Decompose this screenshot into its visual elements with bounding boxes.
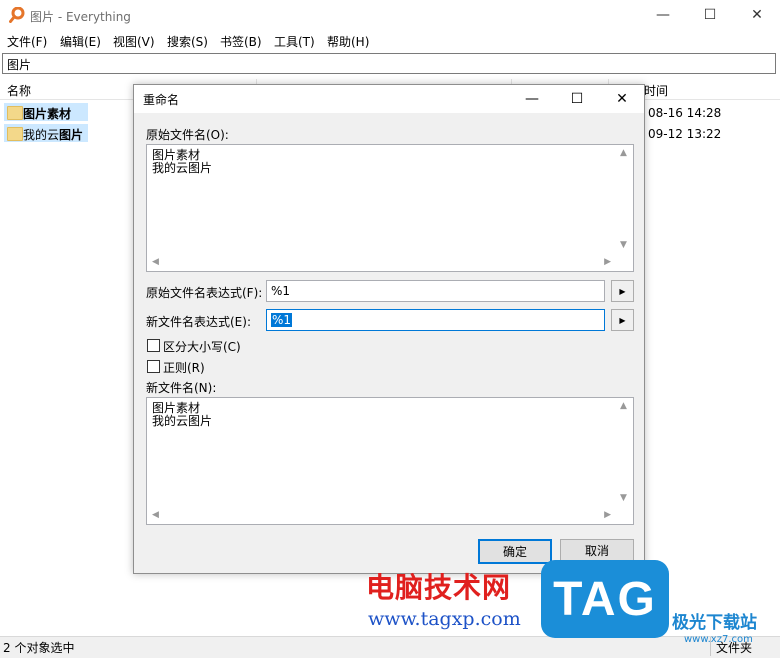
original-expr-value: %1 — [271, 284, 291, 298]
scroll-left-icon[interactable]: ◀ — [152, 257, 159, 267]
menu-bookmarks[interactable]: 书签(B) — [220, 33, 262, 50]
row-date: 08-16 14:28 — [648, 106, 722, 120]
watermark-site-name: 极光下载站 — [672, 613, 757, 633]
original-expr-menu-button[interactable]: ▶ — [611, 280, 634, 302]
scroll-up-icon[interactable]: ▲ — [620, 148, 627, 158]
case-sensitive-label[interactable]: 区分大小写(C) — [163, 338, 241, 355]
folder-icon — [7, 106, 23, 120]
menu-tools[interactable]: 工具(T) — [274, 33, 315, 50]
case-sensitive-checkbox[interactable] — [147, 339, 160, 352]
new-expr-input[interactable]: %1 — [266, 309, 605, 331]
cancel-button[interactable]: 取消 — [560, 539, 634, 562]
scroll-right-icon[interactable]: ▶ — [604, 257, 611, 267]
ok-button[interactable]: 确定 — [478, 539, 552, 564]
original-expr-label: 原始文件名表达式(F): — [146, 286, 263, 300]
close-button[interactable]: ✕ — [734, 0, 780, 30]
window-title: 图片 - Everything — [30, 10, 131, 24]
original-expr-input[interactable]: %1 — [266, 280, 605, 302]
original-names-label: 原始文件名(O): — [146, 128, 229, 142]
scroll-up-icon[interactable]: ▲ — [620, 401, 627, 411]
original-names-text: 图片素材 我的云图片 — [152, 148, 213, 175]
menu-search[interactable]: 搜索(S) — [167, 33, 208, 50]
search-input[interactable]: 图片 — [2, 53, 776, 74]
play-arrow-icon: ▶ — [619, 286, 626, 296]
play-arrow-icon: ▶ — [619, 315, 626, 325]
new-names-label: 新文件名(N): — [146, 381, 217, 395]
row-name-highlight: 图片 — [59, 128, 84, 142]
maximize-button[interactable]: ☐ — [687, 0, 733, 30]
watermark-tag-logo: TAG — [541, 560, 669, 638]
menu-edit[interactable]: 编辑(E) — [60, 33, 101, 50]
row-date: 09-12 13:22 — [648, 127, 722, 141]
horizontal-scrollbar[interactable]: ◀ ▶ — [147, 254, 616, 271]
dialog-title: 重命名 — [143, 93, 180, 107]
scroll-left-icon[interactable]: ◀ — [152, 510, 159, 520]
scroll-down-icon[interactable]: ▼ — [620, 493, 627, 503]
row-name: 我的云图片 — [23, 126, 83, 143]
dialog-minimize-button[interactable]: — — [509, 85, 555, 113]
dialog-maximize-button[interactable]: ☐ — [554, 85, 600, 113]
new-names-textarea[interactable]: 图片素材 我的云图片 ▲ ▼ ◀ ▶ — [146, 397, 634, 525]
minimize-button[interactable]: — — [640, 0, 686, 30]
everything-app-icon — [9, 7, 25, 23]
dialog-close-button[interactable]: ✕ — [599, 85, 645, 113]
regex-checkbox[interactable] — [147, 360, 160, 373]
watermark-title: 电脑技术网 — [366, 571, 512, 604]
regex-label[interactable]: 正则(R) — [163, 359, 205, 376]
watermark-url: www.tagxp.com — [368, 608, 521, 630]
vertical-scrollbar[interactable]: ▲ ▼ — [616, 398, 633, 506]
row-name-part: 我的云 — [23, 128, 60, 142]
folder-icon — [7, 127, 23, 141]
scroll-down-icon[interactable]: ▼ — [620, 240, 627, 250]
column-header-modified[interactable]: 时间 — [644, 82, 668, 99]
search-value: 图片 — [7, 58, 32, 72]
new-expr-label: 新文件名表达式(E): — [146, 315, 251, 329]
status-text: 2 个对象选中 — [3, 641, 75, 655]
original-names-textarea[interactable]: 图片素材 我的云图片 ▲ ▼ ◀ ▶ — [146, 144, 634, 272]
scroll-right-icon[interactable]: ▶ — [604, 510, 611, 520]
status-bar — [0, 636, 780, 658]
menu-view[interactable]: 视图(V) — [113, 33, 155, 50]
menu-help[interactable]: 帮助(H) — [327, 33, 369, 50]
row-name: 图片素材 — [23, 107, 72, 121]
new-expr-menu-button[interactable]: ▶ — [611, 309, 634, 331]
column-header-name[interactable]: 名称 — [7, 82, 31, 99]
menu-file[interactable]: 文件(F) — [7, 33, 47, 50]
new-expr-value: %1 — [271, 313, 293, 327]
watermark-site-url: www.xz7.com — [684, 634, 753, 645]
new-names-text: 图片素材 我的云图片 — [152, 401, 213, 428]
horizontal-scrollbar[interactable]: ◀ ▶ — [147, 507, 616, 524]
vertical-scrollbar[interactable]: ▲ ▼ — [616, 145, 633, 253]
